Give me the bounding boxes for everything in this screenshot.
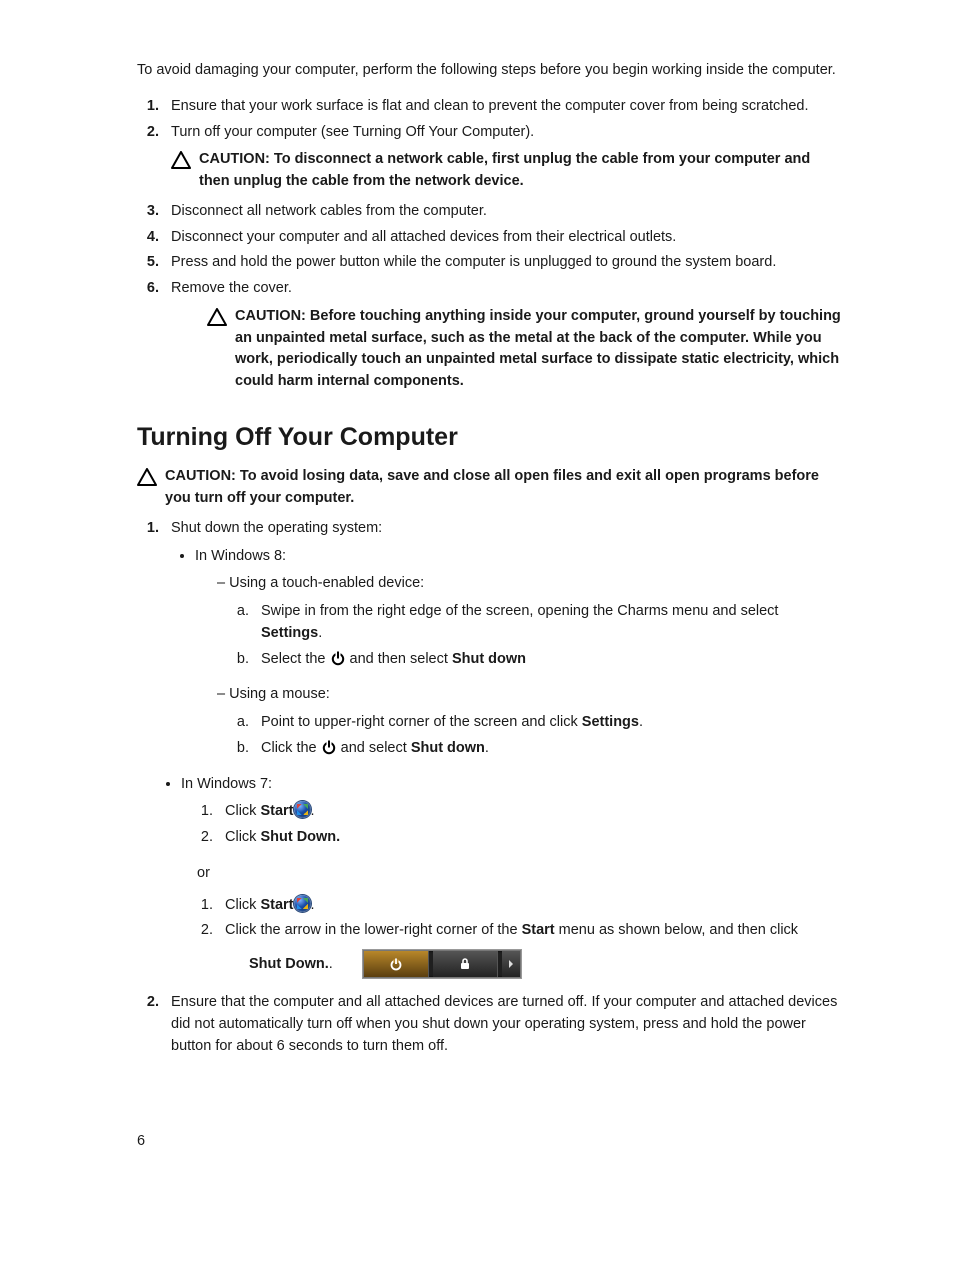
- step-item: Remove the cover. CAUTION: Before touchi…: [163, 278, 842, 393]
- list-item: Click the and select Shut down.: [253, 738, 842, 760]
- os-list: In Windows 8: Using a touch-enabled devi…: [171, 546, 842, 760]
- step-text: Remove the cover.: [171, 280, 292, 296]
- list-item: Click Start.: [217, 895, 842, 917]
- caution-text: CAUTION: Before touching anything inside…: [235, 306, 842, 393]
- power-icon: [321, 740, 337, 756]
- step-text: Turn off your computer (see Turning Off …: [171, 124, 534, 140]
- bold-text: Start: [260, 803, 293, 819]
- intro-paragraph: To avoid damaging your computer, perform…: [137, 60, 842, 82]
- arrow-segment: [502, 951, 520, 977]
- method-label: Using a touch-enabled device:: [229, 575, 424, 591]
- step-item: Ensure that the computer and all attache…: [163, 992, 842, 1057]
- list-item: Using a touch-enabled device: Swipe in f…: [217, 573, 842, 670]
- bold-text: Start: [522, 922, 555, 938]
- power-segment: [364, 951, 429, 977]
- method-label: Using a mouse:: [229, 686, 330, 702]
- step-text: Shut down the operating system:: [171, 520, 382, 536]
- list-item: In Windows 8: Using a touch-enabled devi…: [195, 546, 842, 760]
- page-number: 6: [137, 1131, 145, 1153]
- bold-text: Shut Down.: [260, 829, 340, 845]
- step-item: Ensure that your work surface is flat an…: [163, 96, 842, 118]
- step-item: Disconnect all network cables from the c…: [163, 201, 842, 223]
- bold-text: Settings: [261, 625, 318, 641]
- shutdown-bar-image: [363, 950, 521, 978]
- shutdown-line: Shut Down..: [249, 950, 842, 978]
- os-list: In Windows 7: Click Start. Click Shut Do…: [157, 774, 842, 979]
- bold-text: Shut down: [411, 740, 485, 756]
- caution-triangle-icon: [137, 468, 157, 486]
- list-item: Click Shut Down.: [217, 827, 842, 849]
- list-item: Click Start.: [217, 801, 842, 823]
- step-item: Press and hold the power button while th…: [163, 252, 842, 274]
- os-label: In Windows 7:: [181, 776, 272, 792]
- sub-steps: Point to upper-right corner of the scree…: [217, 712, 842, 760]
- caution-block: CAUTION: To avoid losing data, save and …: [137, 466, 842, 510]
- list-item: Point to upper-right corner of the scree…: [253, 712, 842, 734]
- method-list: Using a touch-enabled device: Swipe in f…: [195, 573, 842, 759]
- lock-segment: [433, 951, 498, 977]
- bold-text: Shut Down.: [249, 956, 329, 972]
- list-item: Click the arrow in the lower-right corne…: [217, 920, 842, 978]
- bold-text: Start: [260, 897, 293, 913]
- caution-triangle-icon: [207, 308, 227, 326]
- sub-steps: Swipe in from the right edge of the scre…: [217, 601, 842, 670]
- step-item: Turn off your computer (see Turning Off …: [163, 122, 842, 193]
- section-heading: Turning Off Your Computer: [137, 419, 842, 457]
- list-item: In Windows 7: Click Start. Click Shut Do…: [181, 774, 842, 979]
- caution-text: CAUTION: To avoid losing data, save and …: [165, 466, 842, 510]
- step-item: Disconnect your computer and all attache…: [163, 227, 842, 249]
- os-label: In Windows 8:: [195, 548, 286, 564]
- start-orb-icon: [294, 895, 311, 912]
- caution-block: CAUTION: To disconnect a network cable, …: [171, 149, 842, 193]
- bold-text: Settings: [582, 714, 639, 730]
- bold-text: Shut down: [452, 651, 526, 667]
- start-orb-icon: [294, 801, 311, 818]
- sub-steps: Click Start. Click Shut Down.: [181, 801, 842, 849]
- preparation-steps: Ensure that your work surface is flat an…: [137, 96, 842, 393]
- sub-steps: Click Start. Click the arrow in the lowe…: [181, 895, 842, 979]
- caution-text: CAUTION: To disconnect a network cable, …: [199, 149, 842, 193]
- list-item: Select the and then select Shut down: [253, 649, 842, 671]
- or-text: or: [197, 863, 842, 885]
- caution-triangle-icon: [171, 151, 191, 169]
- caution-block: CAUTION: Before touching anything inside…: [207, 306, 842, 393]
- document-page: To avoid damaging your computer, perform…: [0, 0, 954, 1268]
- list-item: Using a mouse: Point to upper-right corn…: [217, 684, 842, 759]
- list-item: Swipe in from the right edge of the scre…: [253, 601, 842, 645]
- shutdown-steps: Shut down the operating system: In Windo…: [137, 518, 842, 1058]
- power-icon: [330, 651, 346, 667]
- step-item: Shut down the operating system: In Windo…: [163, 518, 842, 978]
